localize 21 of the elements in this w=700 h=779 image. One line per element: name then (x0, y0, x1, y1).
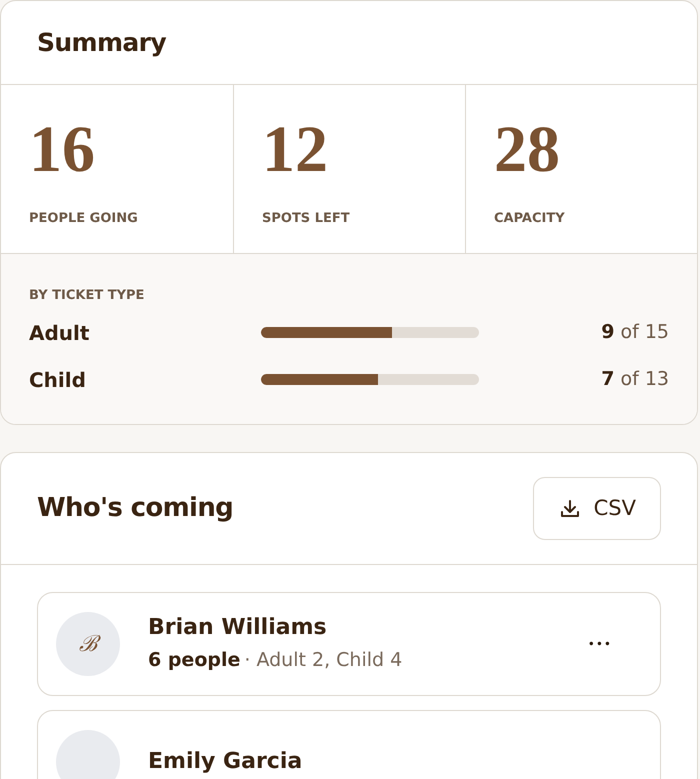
ticket-breakdown: · Adult 2, Child 4 (244, 648, 402, 673)
ticket-name: Child (29, 366, 87, 394)
section-heading: BY TICKET TYPE (29, 287, 144, 305)
card-title: Summary (37, 26, 166, 59)
stat-label: SPOTS LEFT (262, 210, 350, 228)
ticket-count: 7 of 13 (601, 367, 669, 392)
stat-value: 28 (494, 117, 560, 183)
more-options-button[interactable]: ••• (588, 635, 612, 653)
guest-row[interactable]: ℬ Brian Williams 6 people · Adult 2, Child 4 ••• (37, 592, 661, 696)
stat-value: 12 (262, 117, 328, 183)
stat-value: 16 (29, 117, 95, 183)
stat-label: PEOPLE GOING (29, 210, 138, 228)
csv-download-button[interactable]: CSV (532, 477, 661, 540)
card-title: Who's coming (37, 492, 234, 525)
ticket-count: 9 of 15 (601, 320, 669, 346)
guest-name: Brian Williams (148, 614, 327, 642)
guest-name: Emily Garcia (148, 748, 302, 776)
stat-label: CAPACITY (494, 210, 565, 228)
ticket-name: Adult (29, 320, 90, 346)
guest-row[interactable]: Emily Garcia (37, 710, 661, 779)
people-count: 6 people (148, 648, 240, 673)
